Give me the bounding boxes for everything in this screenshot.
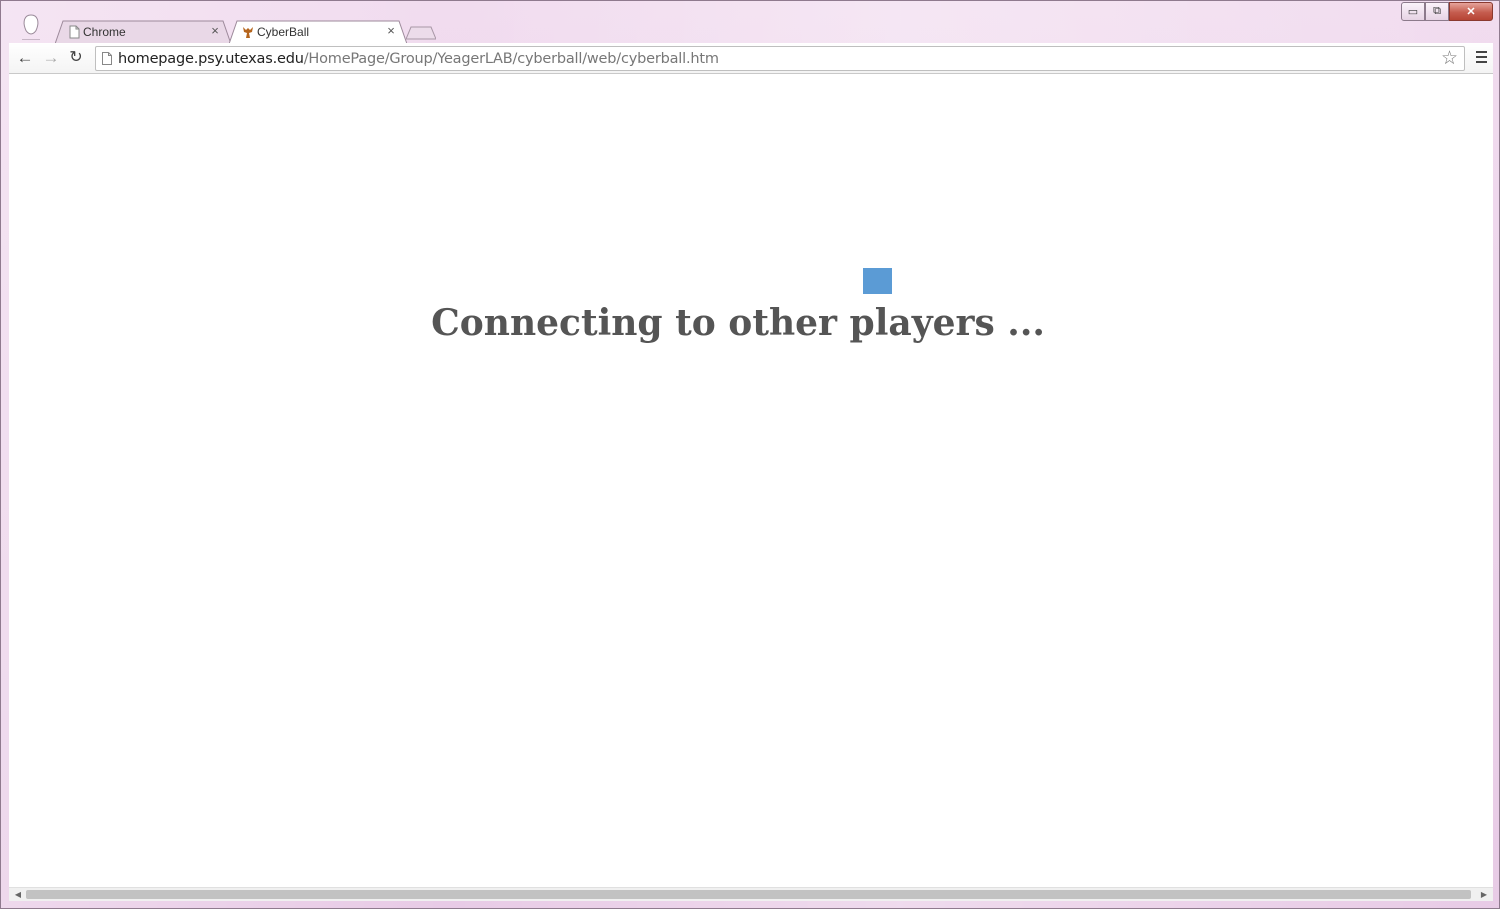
page-info-icon[interactable] <box>102 52 112 65</box>
url-path: /HomePage/Group/YeagerLAB/cyberball/web/… <box>303 51 719 67</box>
window-controls: ▭ ⧉ ✕ <box>1401 2 1493 21</box>
maximize-button[interactable]: ⧉ <box>1425 2 1449 21</box>
tab-close-button[interactable]: × <box>209 24 221 38</box>
profile-avatar-icon[interactable] <box>20 14 42 40</box>
reload-button[interactable]: ↻ <box>67 49 85 67</box>
tab-cyberball[interactable]: CyberBall × <box>229 20 407 44</box>
loading-indicator <box>863 268 892 294</box>
tab-title: Chrome <box>83 25 126 39</box>
scroll-right-arrow-icon[interactable]: ▶ <box>1479 890 1489 900</box>
page-content: Connecting to other players ... <box>9 74 1493 887</box>
horizontal-scrollbar[interactable]: ◀ ▶ <box>9 887 1493 901</box>
close-window-button[interactable]: ✕ <box>1449 2 1493 21</box>
tab-title: CyberBall <box>257 25 310 39</box>
page-icon <box>69 25 80 39</box>
tab-close-button[interactable]: × <box>385 24 397 38</box>
browser-toolbar: ← → ↻ homepage.psy.utexas.edu/HomePage/G… <box>9 43 1493 74</box>
bookmark-star-icon[interactable]: ☆ <box>1441 49 1458 69</box>
url-text[interactable]: homepage.psy.utexas.edu/HomePage/Group/Y… <box>118 51 719 67</box>
tab-chrome[interactable]: Chrome × <box>55 20 231 44</box>
scroll-left-arrow-icon[interactable]: ◀ <box>13 890 23 900</box>
forward-button[interactable]: → <box>42 49 60 67</box>
browser-window: Chrome × CyberBall × ▭ ⧉ ✕ ← → ↻ homepag… <box>0 0 1500 909</box>
connecting-status-text: Connecting to other players ... <box>431 302 1045 344</box>
scrollbar-thumb[interactable] <box>26 890 1471 899</box>
chrome-menu-icon[interactable] <box>1476 51 1487 63</box>
new-tab-button[interactable] <box>406 26 436 40</box>
minimize-button[interactable]: ▭ <box>1401 2 1425 21</box>
back-button[interactable]: ← <box>16 49 34 67</box>
url-host: homepage.psy.utexas.edu <box>118 51 304 67</box>
address-bar[interactable]: homepage.psy.utexas.edu/HomePage/Group/Y… <box>95 46 1465 71</box>
ut-logo-icon <box>243 27 253 38</box>
